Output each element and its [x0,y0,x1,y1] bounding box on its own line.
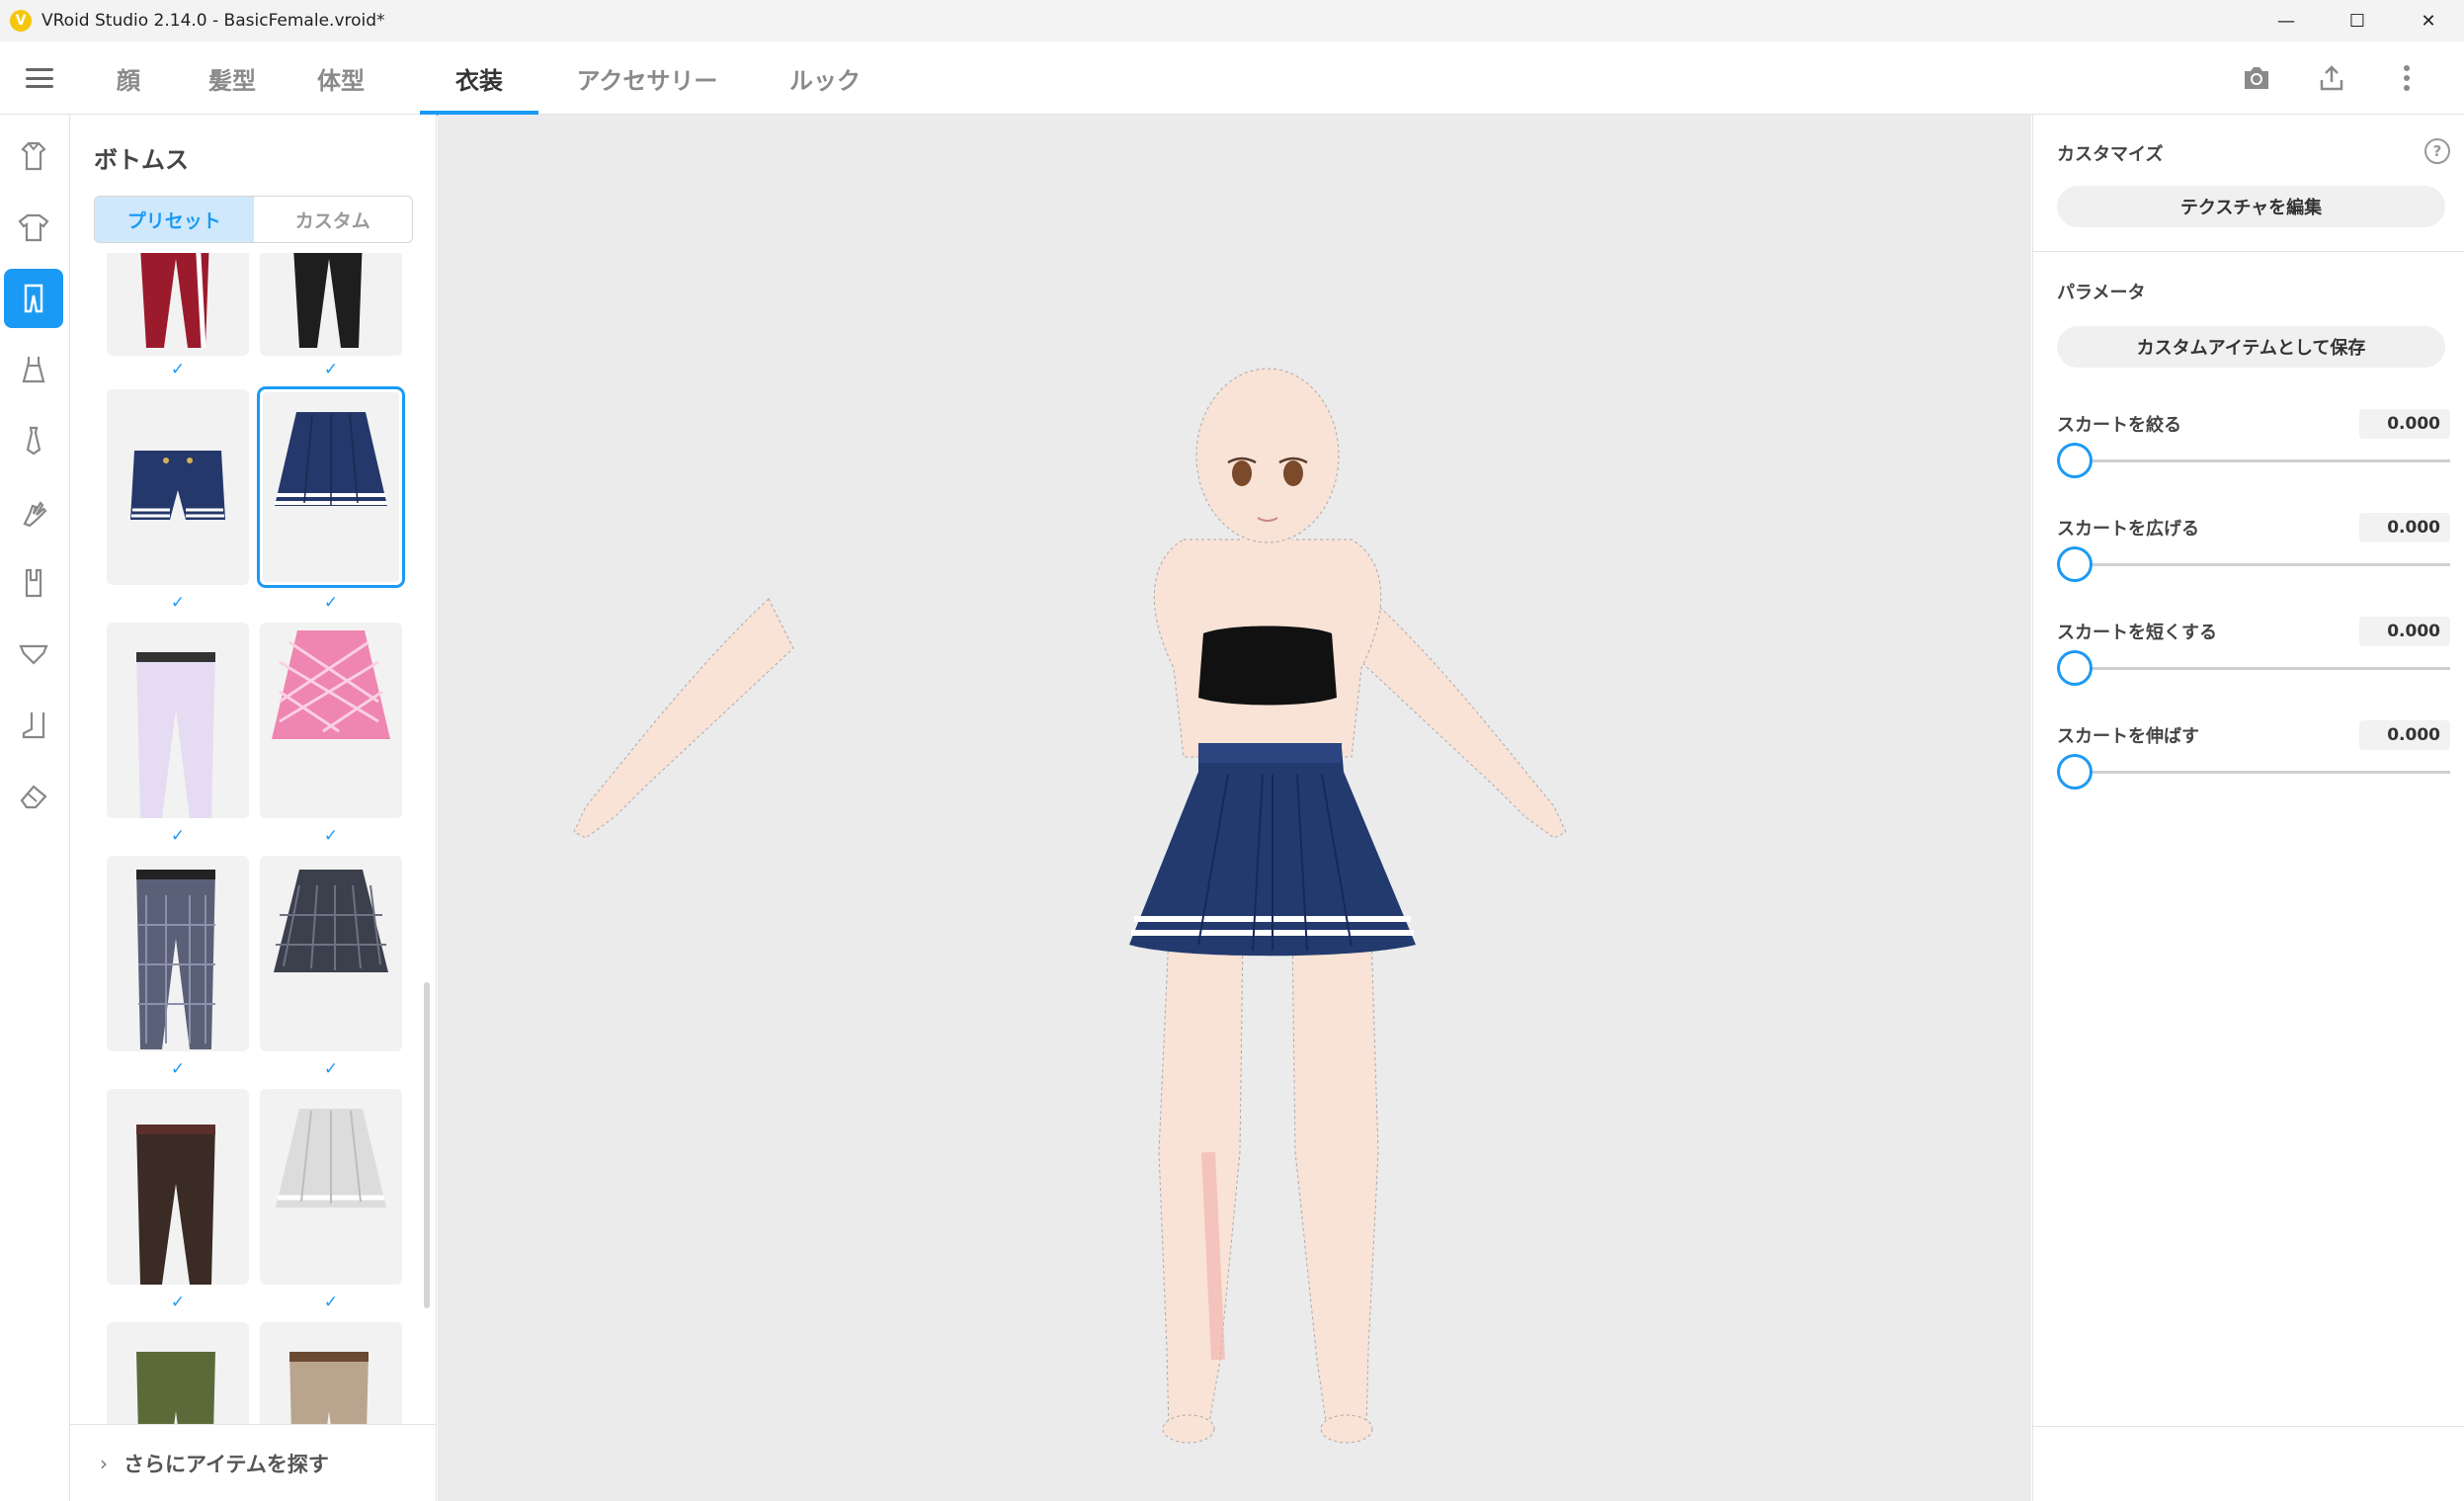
item-white-pleated-skirt[interactable] [260,1089,402,1285]
top-navigation: 顔 髪型 体型 衣装 アクセサリー ルック [0,42,2464,116]
item-check-icon: ✓ [323,360,339,379]
avatar-model [573,368,1567,1444]
properties-panel: カスタマイズ ? テクスチャを編集 パラメータ カスタムアイテムとして保存 スカ… [2032,115,2464,1501]
title-bar: V VRoid Studio 2.14.0 - BasicFemale.vroi… [0,0,2464,42]
menu-icon[interactable] [22,63,57,93]
bottoms-icon[interactable] [4,269,63,328]
top-actions [2239,42,2424,115]
legwear-icon[interactable] [4,553,63,613]
item-white-pants[interactable] [107,623,249,818]
find-more-label: さらにアイテムを探す [123,1452,329,1476]
3d-viewport[interactable] [438,115,2031,1501]
preset-custom-toggle: プリセット カスタム [94,196,413,243]
tops-icon[interactable] [4,198,63,257]
slider-thumb-narrow-skirt[interactable] [2057,443,2093,478]
tab-body[interactable]: 体型 [301,42,380,115]
tie-icon[interactable] [4,411,63,470]
eraser-icon[interactable] [4,767,63,826]
slider-track-lengthen-skirt[interactable] [2057,771,2450,774]
param-value-widen-skirt[interactable]: 0.000 [2359,513,2450,542]
item-panel: ボトムス プリセット カスタム ✓ ✓ ✓ ✓ ✓ ✓ ✓ ✓ ✓ ✓ › さら… [70,115,437,1501]
close-button[interactable]: ✕ [2393,0,2464,42]
footer-divider [2033,1426,2464,1427]
item-check-icon: ✓ [170,360,186,379]
category-tabs: 顔 髪型 体型 衣装 アクセサリー ルック [94,42,894,116]
item-beige-pants[interactable] [260,1322,402,1424]
outfit-set-icon[interactable] [4,126,63,186]
item-check-icon: ✓ [323,1059,339,1079]
param-value-shorten-skirt[interactable]: 0.000 [2359,617,2450,646]
slider-thumb-widen-skirt[interactable] [2057,546,2093,582]
export-icon[interactable] [2314,60,2349,96]
slider-thumb-shorten-skirt[interactable] [2057,650,2093,686]
item-check-icon: ✓ [170,593,186,613]
vroid-logo-icon: V [10,10,32,32]
maximize-button[interactable]: ☐ [2322,0,2393,42]
minimize-button[interactable]: — [2251,0,2322,42]
item-check-icon: ✓ [170,1293,186,1312]
slider-track-narrow-skirt[interactable] [2057,459,2450,462]
edit-texture-button[interactable]: テクスチャを編集 [2057,186,2445,227]
chevron-right-icon: › [100,1451,108,1475]
parameters-title: パラメータ [2057,283,2146,303]
item-navy-pleated-skirt[interactable] [257,386,405,588]
item-gray-plaid-skirt[interactable] [260,856,402,1051]
tab-outfit[interactable]: 衣装 [420,42,538,116]
item-olive-pants[interactable] [107,1322,249,1424]
save-as-custom-item-button[interactable]: カスタムアイテムとして保存 [2057,326,2445,368]
item-brown-trousers[interactable] [107,1089,249,1285]
param-label-narrow-skirt: スカートを絞る [2057,415,2181,436]
camera-icon[interactable] [2239,60,2274,96]
param-label-shorten-skirt: スカートを短くする [2057,623,2217,643]
help-icon[interactable]: ? [2424,138,2450,164]
window-title: VRoid Studio 2.14.0 - BasicFemale.vroid* [41,11,385,31]
slider-track-shorten-skirt[interactable] [2057,667,2450,670]
param-value-lengthen-skirt[interactable]: 0.000 [2359,720,2450,750]
item-check-icon: ✓ [170,1059,186,1079]
param-label-widen-skirt: スカートを広げる [2057,519,2199,540]
more-icon[interactable] [2389,60,2424,96]
shoes-icon[interactable] [4,696,63,755]
vroid-studio-window: V VRoid Studio 2.14.0 - BasicFemale.vroi… [0,0,2464,1501]
preset-tab[interactable]: プリセット [95,197,254,242]
item-black-jeans[interactable] [260,253,402,356]
item-grid-viewport[interactable]: ✓ ✓ ✓ ✓ ✓ ✓ ✓ ✓ ✓ ✓ [70,253,437,1424]
item-red-tracksuit-pants[interactable] [107,253,249,356]
param-label-lengthen-skirt: スカートを伸ばす [2057,726,2199,747]
window-controls: — ☐ ✕ [2251,0,2464,42]
tab-hairstyle[interactable]: 髪型 [163,42,301,115]
tab-face[interactable]: 顔 [94,42,163,115]
item-plaid-trousers[interactable] [107,856,249,1051]
item-grid-scrollbar[interactable] [424,982,430,1308]
tab-accessory[interactable]: アクセサリー [538,42,756,115]
onepiece-icon[interactable] [4,340,63,399]
category-rail [0,115,70,1501]
custom-tab[interactable]: カスタム [254,197,413,242]
param-value-narrow-skirt[interactable]: 0.000 [2359,409,2450,439]
customize-title: カスタマイズ [2057,144,2164,165]
item-check-icon: ✓ [323,593,339,613]
glove-icon[interactable] [4,482,63,542]
underwear-icon[interactable] [4,625,63,684]
tab-look[interactable]: ルック [756,42,894,115]
item-pink-plaid-skirt[interactable] [260,623,402,818]
panel-title: ボトムス [94,146,189,174]
item-check-icon: ✓ [170,826,186,846]
item-navy-shorts[interactable] [107,389,249,585]
slider-thumb-lengthen-skirt[interactable] [2057,754,2093,790]
find-more-items-link[interactable]: › さらにアイテムを探す [70,1424,437,1501]
section-divider [2033,251,2464,252]
item-check-icon: ✓ [323,1293,339,1312]
slider-track-widen-skirt[interactable] [2057,563,2450,566]
item-check-icon: ✓ [323,826,339,846]
